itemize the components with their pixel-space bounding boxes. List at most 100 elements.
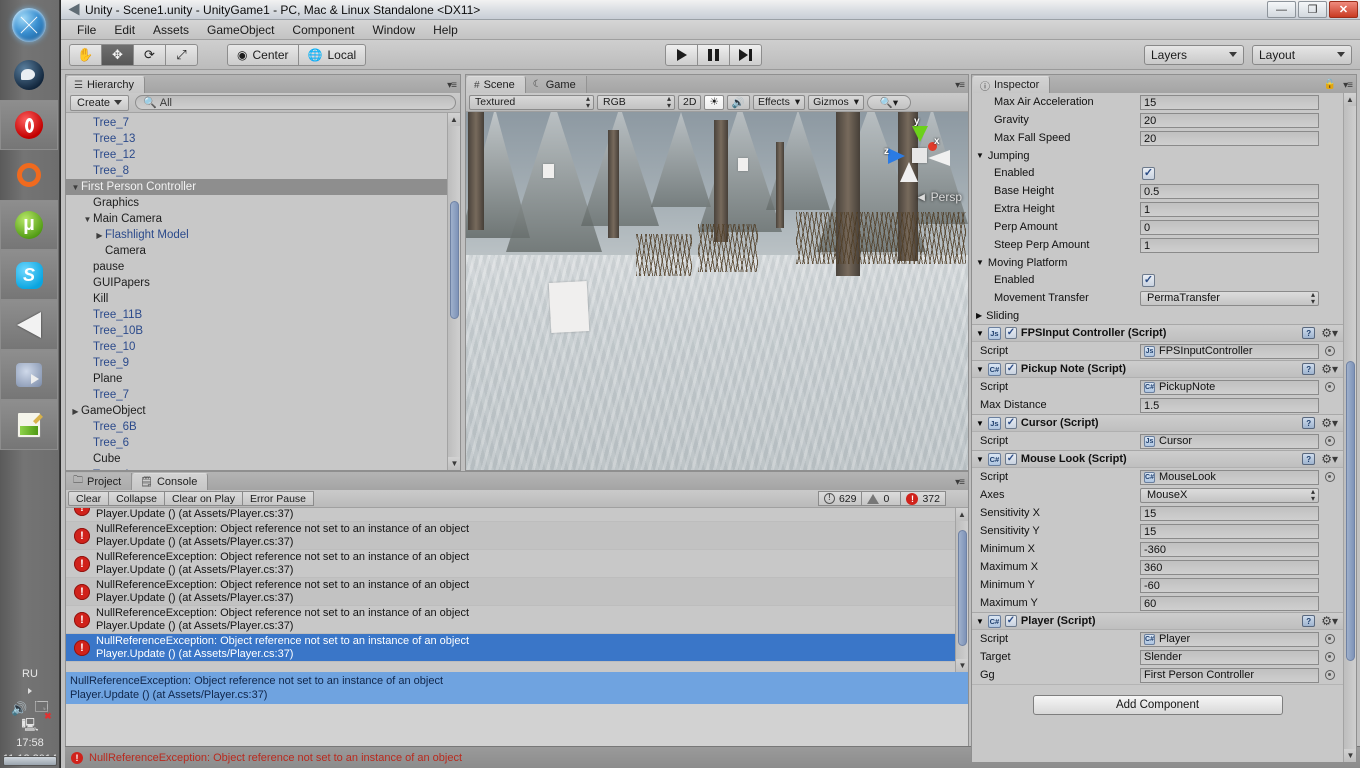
component-enabled-checkbox[interactable]: ✓ xyxy=(1004,417,1017,429)
utorrent-icon[interactable]: µ xyxy=(0,200,58,250)
clear-button[interactable]: Clear xyxy=(68,491,110,506)
foldout-icon[interactable]: ▼ xyxy=(82,215,93,224)
hierarchy-item[interactable]: ▶ GameObject xyxy=(66,403,460,419)
menu-file[interactable]: File xyxy=(69,21,104,39)
foldout-icon[interactable]: ▶ xyxy=(976,311,982,320)
inspector-text-field[interactable]: 20 xyxy=(1140,130,1319,146)
component-enabled-checkbox[interactable]: ✓ xyxy=(1004,453,1017,465)
hierarchy-item[interactable]: Tree_6B xyxy=(66,419,460,435)
inspector-dropdown[interactable]: MouseX ▴ ▾ xyxy=(1140,487,1319,503)
help-icon[interactable]: ? xyxy=(1302,417,1316,429)
hand-tool-icon[interactable]: ✋ xyxy=(69,43,102,66)
hierarchy-item[interactable]: Tree_11B xyxy=(66,307,460,323)
help-icon[interactable]: ? xyxy=(1302,327,1316,339)
error-pause-button[interactable]: Error Pause xyxy=(241,491,315,506)
add-component-button[interactable]: Add Component xyxy=(1032,694,1283,715)
scene-audio-icon[interactable]: 🔊 xyxy=(726,94,750,110)
tab-inspector[interactable]: ⓘ Inspector xyxy=(972,76,1051,93)
create-button[interactable]: Create xyxy=(70,94,130,111)
menu-help[interactable]: Help xyxy=(425,21,466,39)
console-options-icon[interactable]: ▾≡ xyxy=(955,477,965,488)
inspector-component-header[interactable]: ▼ C# ✓ Pickup Note (Script)? ⚙▾ xyxy=(972,360,1343,378)
color-mode-dropdown[interactable]: RGB ▴ ▾ xyxy=(597,94,675,110)
hierarchy-item[interactable]: Tree_7 xyxy=(66,387,460,403)
gear-icon[interactable]: ⚙▾ xyxy=(1321,453,1338,465)
scroll-down-icon[interactable]: ▼ xyxy=(448,457,460,470)
scene-orientation-gizmo[interactable]: y z x xyxy=(884,116,954,188)
foldout-icon[interactable]: ▼ xyxy=(976,329,984,338)
steam-icon[interactable] xyxy=(0,50,58,100)
inspector-object-field[interactable]: Js Cursor xyxy=(1140,433,1319,449)
component-enabled-checkbox[interactable]: ✓ xyxy=(1004,327,1017,339)
hierarchy-item[interactable]: Tree_7 xyxy=(66,115,460,131)
foldout-icon[interactable]: ▼ xyxy=(976,419,984,428)
console-detail-pane[interactable]: NullReferenceException: Object reference… xyxy=(66,672,968,704)
component-enabled-checkbox[interactable]: ✓ xyxy=(1004,615,1017,627)
inspector-component-header[interactable]: ▼ Js ✓ FPSInput Controller (Script)? ⚙▾ xyxy=(972,324,1343,342)
console-log-row[interactable]: ! NullReferenceException: Object referenc… xyxy=(66,606,955,634)
hierarchy-list[interactable]: Tree_7 Tree_13 Tree_12 Tree_8 ▼ First Person … xyxy=(66,113,460,470)
help-icon[interactable]: ? xyxy=(1302,453,1316,465)
inspector-group-header[interactable]: ▼ Jumping xyxy=(972,147,1343,164)
console-log-row[interactable]: ! NullReferenceException: Object referenc… xyxy=(66,578,955,606)
inspector-dropdown[interactable]: PermaTransfer ▴ ▾ xyxy=(1140,290,1319,306)
tab-game[interactable]: ☾ Game xyxy=(525,76,587,93)
tab-console[interactable]: 🗒 Console xyxy=(132,473,209,490)
hierarchy-item[interactable]: Tree_13 xyxy=(66,131,460,147)
inspector-text-field[interactable]: 0 xyxy=(1140,219,1319,235)
inspector-text-field[interactable]: 1.5 xyxy=(1140,397,1319,413)
gear-icon[interactable]: ⚙▾ xyxy=(1321,363,1338,375)
hierarchy-item[interactable]: pause xyxy=(66,259,460,275)
gizmo-y-axis[interactable] xyxy=(912,126,928,142)
info-counter[interactable]: ! 629 xyxy=(817,491,863,506)
notepadpp-icon[interactable] xyxy=(0,400,58,450)
inspector-object-field[interactable]: Js FPSInputController xyxy=(1140,343,1319,359)
inspector-object-field[interactable]: C# MouseLook xyxy=(1140,469,1319,485)
inspector-component-header[interactable]: ▼ C# ✓ Mouse Look (Script)? ⚙▾ xyxy=(972,450,1343,468)
hierarchy-item[interactable]: Tree_10B xyxy=(66,323,460,339)
console-scrollbar[interactable]: ▲ ▼ xyxy=(955,508,968,672)
collapse-button[interactable]: Collapse xyxy=(108,491,165,506)
inspector-object-field[interactable]: First Person Controller xyxy=(1140,667,1319,683)
menu-assets[interactable]: Assets xyxy=(145,21,197,39)
inspector-text-field[interactable]: 15 xyxy=(1140,94,1319,110)
hierarchy-options-icon[interactable]: ▾≡ xyxy=(447,80,457,91)
hierarchy-item[interactable]: ▼ First Person Controller xyxy=(66,179,460,195)
tray-expand-icon[interactable] xyxy=(28,688,32,694)
volume-icon[interactable]: 🔊 xyxy=(11,701,27,717)
skype-icon[interactable]: S xyxy=(0,250,58,300)
foldout-icon[interactable]: ▼ xyxy=(976,151,984,160)
console-log-row[interactable]: ! NullReferenceException: Object referenc… xyxy=(66,550,955,578)
inspector-component-header[interactable]: ▼ C# ✓ Player (Script)? ⚙▾ xyxy=(972,612,1343,630)
scene-viewport[interactable]: y z x ◄ Persp xyxy=(466,112,968,470)
hierarchy-item[interactable]: Tree_9 xyxy=(66,355,460,371)
step-button[interactable] xyxy=(729,43,762,66)
inspector-text-field[interactable]: 1 xyxy=(1140,201,1319,217)
unity-icon[interactable] xyxy=(0,300,58,350)
scroll-thumb[interactable] xyxy=(958,530,967,646)
hierarchy-item[interactable]: Camera xyxy=(66,243,460,259)
minimize-button[interactable]: — xyxy=(1267,1,1296,18)
hierarchy-item[interactable]: ▶ Flashlight Model xyxy=(66,227,460,243)
paint-icon[interactable] xyxy=(0,350,58,400)
scene-lighting-icon[interactable]: ☀ xyxy=(704,94,724,110)
scroll-down-icon[interactable]: ▼ xyxy=(1344,749,1356,762)
foldout-icon[interactable]: ▶ xyxy=(94,231,105,240)
scroll-down-icon[interactable]: ▼ xyxy=(956,659,968,672)
inspector-text-field[interactable]: 1 xyxy=(1140,237,1319,253)
gizmo-z-axis[interactable] xyxy=(888,148,905,164)
layout-dropdown[interactable]: Layout xyxy=(1252,44,1352,65)
gear-icon[interactable]: ⚙▾ xyxy=(1321,327,1338,339)
foldout-icon[interactable]: ▼ xyxy=(70,183,81,192)
show-desktop-button[interactable] xyxy=(3,756,57,766)
inspector-text-field[interactable]: 15 xyxy=(1140,505,1319,521)
gizmo-center-cube[interactable] xyxy=(912,148,927,163)
windows-start-icon[interactable] xyxy=(0,0,58,50)
inspector-checkbox[interactable]: ✓ xyxy=(1142,166,1155,180)
foldout-icon[interactable]: ▼ xyxy=(976,365,984,374)
inspector-checkbox[interactable]: ✓ xyxy=(1142,273,1155,287)
tab-scene[interactable]: # Scene xyxy=(466,76,526,93)
layers-dropdown[interactable]: Layers xyxy=(1144,44,1244,65)
object-picker-icon[interactable] xyxy=(1325,382,1335,392)
console-log-row[interactable]: ! NullReferenceException: Object referenc… xyxy=(66,634,955,662)
